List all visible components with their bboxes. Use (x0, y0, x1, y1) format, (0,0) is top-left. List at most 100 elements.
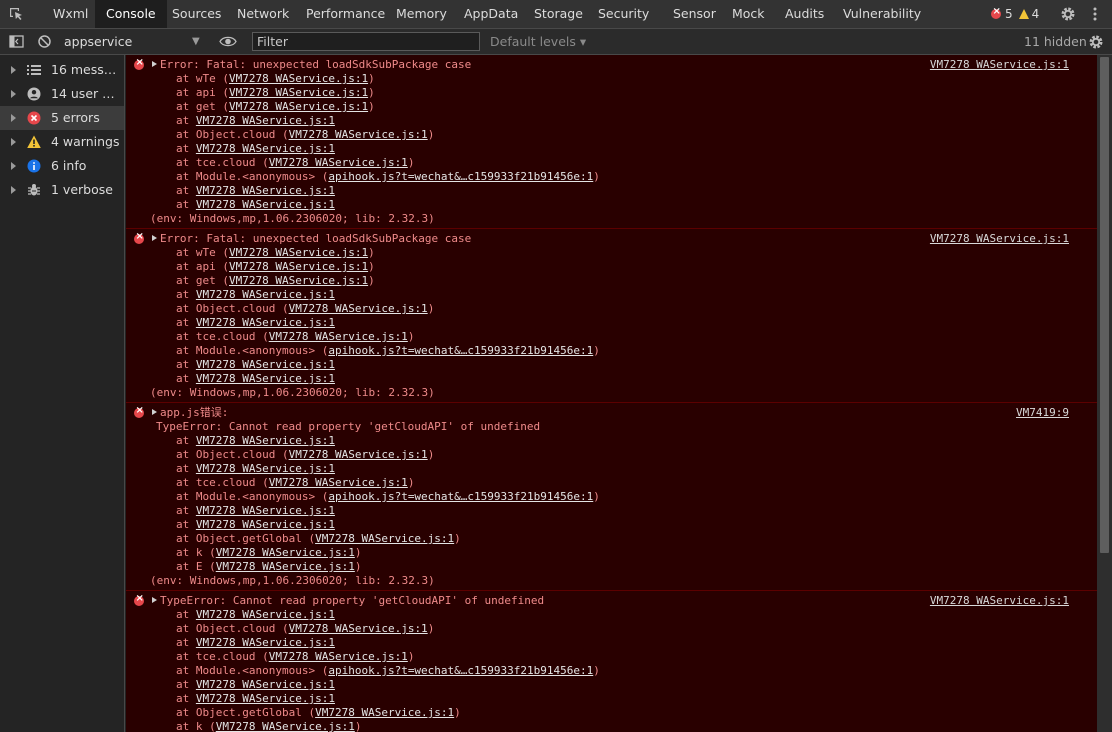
tab-vulnerability[interactable]: Vulnerability (843, 0, 921, 28)
stack-frame-link[interactable]: VM7278 WAService.js:1 (289, 128, 428, 141)
tab-audits[interactable]: Audits (785, 0, 824, 28)
stack-frame: at Module.<anonymous> (apihook.js?t=wech… (176, 170, 600, 183)
stack-frame-link[interactable]: apihook.js?t=wechat&…c159933f21b91456e:1 (328, 344, 593, 357)
stack-frame: at wTe (VM7278 WAService.js:1) (176, 72, 375, 85)
stack-frame-link[interactable]: VM7278 WAService.js:1 (229, 72, 368, 85)
tab-console[interactable]: Console (95, 0, 167, 28)
console-scrollbar[interactable] (1097, 55, 1112, 732)
sidebar-item-user-messages[interactable]: 14 user mes… (0, 82, 124, 106)
stack-frame-link[interactable]: VM7278 WAService.js:1 (196, 462, 335, 475)
stack-frame-link[interactable]: VM7278 WAService.js:1 (315, 532, 454, 545)
stack-frame-link[interactable]: VM7278 WAService.js:1 (269, 650, 408, 663)
log-levels-dropdown[interactable]: Default levels ▾ (490, 29, 586, 54)
stack-frame-link[interactable]: VM7278 WAService.js:1 (269, 156, 408, 169)
message-source-link[interactable]: VM7278 WAService.js:1 (930, 232, 1069, 246)
error-count-icon (991, 6, 1001, 19)
stack-frame-link[interactable]: VM7278 WAService.js:1 (196, 372, 335, 385)
tab-appdata[interactable]: AppData (464, 0, 518, 28)
sidebar-item-verbose[interactable]: 1 verbose (0, 178, 124, 202)
error-summary[interactable]: app.js错误: (126, 406, 1097, 420)
console-scrollbar-thumb[interactable] (1100, 57, 1109, 553)
tab-network[interactable]: Network (237, 0, 289, 28)
stack-frame-link[interactable]: VM7278 WAService.js:1 (229, 274, 368, 287)
stack-frame: at VM7278 WAService.js:1 (176, 462, 335, 475)
stack-frame-link[interactable]: VM7278 WAService.js:1 (196, 198, 335, 211)
stack-frame-link[interactable]: VM7278 WAService.js:1 (229, 246, 368, 259)
tab-memory[interactable]: Memory (396, 0, 447, 28)
stack-frame-link[interactable]: VM7278 WAService.js:1 (196, 678, 335, 691)
stack-frame-link[interactable]: VM7278 WAService.js:1 (289, 622, 428, 635)
settings-gear-icon[interactable] (1060, 6, 1076, 22)
expand-caret-icon[interactable] (11, 90, 16, 98)
stack-frame: at tce.cloud (VM7278 WAService.js:1) (176, 330, 415, 343)
live-expression-eye-icon[interactable] (219, 34, 237, 49)
sidebar-item-messages[interactable]: 16 messages (0, 58, 124, 82)
expand-caret-icon[interactable] (11, 114, 16, 122)
stack-frame: at Object.cloud (VM7278 WAService.js:1) (176, 128, 435, 141)
stack-frame-link[interactable]: VM7278 WAService.js:1 (196, 184, 335, 197)
more-menu-icon[interactable] (1090, 6, 1100, 22)
expand-caret-icon[interactable] (11, 138, 16, 146)
stack-frame-link[interactable]: VM7278 WAService.js:1 (216, 546, 355, 559)
stack-frame-link[interactable]: VM7278 WAService.js:1 (196, 142, 335, 155)
stack-frame: at wTe (VM7278 WAService.js:1) (176, 246, 375, 259)
context-selector[interactable]: appservice ▼ (64, 29, 204, 54)
stack-frame-link[interactable]: VM7278 WAService.js:1 (196, 504, 335, 517)
stack-frame-link[interactable]: VM7278 WAService.js:1 (229, 260, 368, 273)
stack-frame-function: Object.getGlobal (195, 532, 302, 545)
stack-frame-link[interactable]: apihook.js?t=wechat&…c159933f21b91456e:1 (328, 170, 593, 183)
console-settings-gear-icon[interactable] (1088, 34, 1104, 50)
tab-storage[interactable]: Storage (534, 0, 583, 28)
expand-caret-icon[interactable] (11, 186, 16, 194)
issue-counter[interactable]: 5 4 (991, 0, 1039, 28)
stack-frame-link[interactable]: VM7278 WAService.js:1 (196, 114, 335, 127)
expand-triangle-icon[interactable] (152, 235, 157, 241)
expand-triangle-icon[interactable] (152, 597, 157, 603)
stack-frame-link[interactable]: VM7278 WAService.js:1 (196, 358, 335, 371)
message-source-link[interactable]: VM7278 WAService.js:1 (930, 58, 1069, 72)
message-source-link[interactable]: VM7419:9 (1016, 406, 1069, 420)
expand-triangle-icon[interactable] (152, 61, 157, 67)
stack-frame-link[interactable]: VM7278 WAService.js:1 (196, 692, 335, 705)
tab-security[interactable]: Security (598, 0, 649, 28)
stack-frame-link[interactable]: VM7278 WAService.js:1 (196, 518, 335, 531)
stack-frame-link[interactable]: VM7278 WAService.js:1 (269, 330, 408, 343)
tab-mock[interactable]: Mock (732, 0, 765, 28)
sidebar-item-warnings[interactable]: 4 warnings (0, 130, 124, 154)
stack-frame-function: Module.<anonymous> (195, 664, 316, 677)
stack-frame-link[interactable]: VM7278 WAService.js:1 (289, 448, 428, 461)
stack-frame-link[interactable]: VM7278 WAService.js:1 (196, 434, 335, 447)
stack-frame-link[interactable]: VM7278 WAService.js:1 (289, 302, 428, 315)
stack-frame-link[interactable]: VM7278 WAService.js:1 (216, 560, 355, 573)
show-sidebar-icon[interactable] (9, 34, 24, 49)
message-source-link[interactable]: VM7278 WAService.js:1 (930, 594, 1069, 608)
sidebar-item-errors[interactable]: 5 errors (0, 106, 124, 130)
tab-performance[interactable]: Performance (306, 0, 385, 28)
stack-frame-link[interactable]: apihook.js?t=wechat&…c159933f21b91456e:1 (328, 490, 593, 503)
tab-wxml[interactable]: Wxml (53, 0, 88, 28)
tab-sources[interactable]: Sources (172, 0, 221, 28)
stack-frame-link[interactable]: VM7278 WAService.js:1 (229, 86, 368, 99)
stack-frame-link[interactable]: VM7278 WAService.js:1 (229, 100, 368, 113)
stack-frame-link[interactable]: VM7278 WAService.js:1 (216, 720, 355, 732)
filter-input[interactable] (252, 32, 480, 51)
stack-frame-function: Object.cloud (195, 622, 276, 635)
stack-frame: at api (VM7278 WAService.js:1) (176, 86, 375, 99)
expand-caret-icon[interactable] (11, 66, 16, 74)
stack-frame-link[interactable]: VM7278 WAService.js:1 (196, 316, 335, 329)
stack-frame-link[interactable]: VM7278 WAService.js:1 (269, 476, 408, 489)
stack-frame-link[interactable]: VM7278 WAService.js:1 (196, 636, 335, 649)
clear-console-icon[interactable] (37, 34, 52, 49)
stack-frame: at Object.getGlobal (VM7278 WAService.js… (176, 706, 461, 719)
tab-sensor[interactable]: Sensor (673, 0, 716, 28)
sidebar-item-info[interactable]: 6 info (0, 154, 124, 178)
stack-frame-link[interactable]: apihook.js?t=wechat&…c159933f21b91456e:1 (328, 664, 593, 677)
stack-frame-link[interactable]: VM7278 WAService.js:1 (315, 706, 454, 719)
inspect-element-icon[interactable] (8, 6, 24, 22)
stack-frame: at api (VM7278 WAService.js:1) (176, 260, 375, 273)
expand-triangle-icon[interactable] (152, 409, 157, 415)
stack-frame-link[interactable]: VM7278 WAService.js:1 (196, 608, 335, 621)
expand-caret-icon[interactable] (11, 162, 16, 170)
stack-frame-function: Module.<anonymous> (195, 170, 316, 183)
stack-frame-link[interactable]: VM7278 WAService.js:1 (196, 288, 335, 301)
